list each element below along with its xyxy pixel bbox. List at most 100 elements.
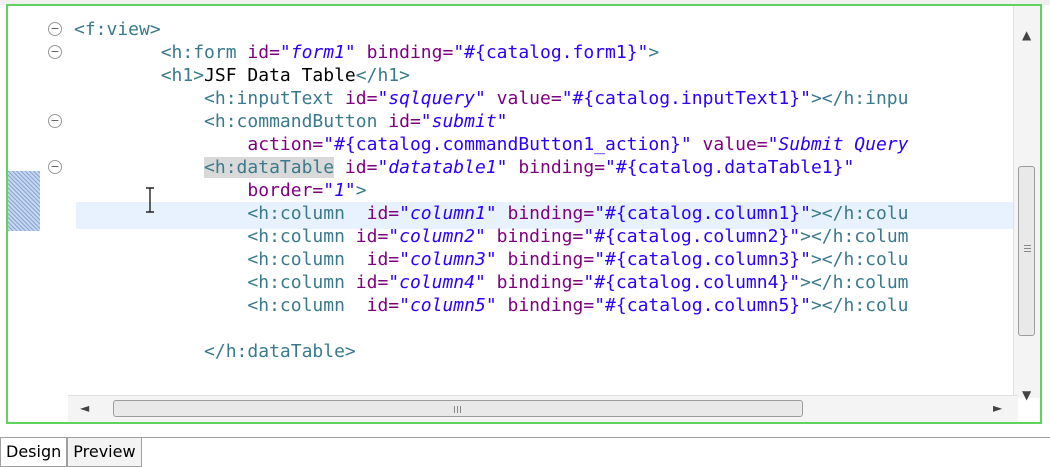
code-token: </h1>: [355, 65, 410, 86]
scroll-grip-icon: [454, 406, 455, 413]
code-editor[interactable]: − <f:view> − <h:form id="form1" binding="#…: [6, 4, 1042, 424]
code-token: ></h:colu: [810, 203, 909, 224]
code-line[interactable]: [50, 317, 1000, 340]
code-line[interactable]: <h:inputText id="sqlquery" value="#{cata…: [50, 87, 1000, 110]
code-line[interactable]: <h:column id="column3" binding="#{catalo…: [50, 248, 1000, 271]
code-token: border=: [74, 180, 324, 201]
text-cursor-icon: [144, 186, 156, 214]
code-line-text: <h:column id="column5" binding="#{catalo…: [74, 294, 909, 317]
code-line-text: <h:commandButton id="submit": [74, 110, 508, 133]
vertical-scroll-thumb[interactable]: [1018, 166, 1035, 336]
scroll-right-icon[interactable]: ►: [993, 401, 1002, 415]
scroll-left-icon[interactable]: ◄: [80, 401, 89, 415]
code-token: ></h:inpu: [810, 88, 909, 109]
horizontal-scroll-thumb[interactable]: [113, 400, 803, 417]
code-token: id=: [366, 203, 400, 224]
code-token: "column1": [399, 203, 497, 224]
fold-toggle-icon[interactable]: −: [48, 114, 62, 128]
code-token: <f:view>: [74, 19, 161, 40]
horizontal-scrollbar[interactable]: ◄ ►: [68, 395, 1018, 422]
code-token: <h:inputText: [74, 88, 345, 109]
code-token: "column5": [399, 295, 497, 316]
code-line[interactable]: </h:dataTable>: [50, 340, 1000, 363]
code-token: <h:form: [74, 42, 248, 63]
code-token: ></h:colu: [810, 295, 909, 316]
code-token: "#{catalog.inputText1}": [561, 88, 811, 109]
code-line[interactable]: <h:column id="column5" binding="#{catalo…: [50, 294, 1000, 317]
code-token: >: [648, 42, 660, 63]
code-line[interactable]: action="#{catalog.commandButton1_action}…: [50, 133, 1000, 156]
code-token: ></h:colu: [810, 249, 909, 270]
code-line-text: action="#{catalog.commandButton1_action}…: [74, 133, 908, 156]
code-token: <h:commandButton: [74, 111, 389, 132]
code-token: <h:dataTable: [204, 157, 335, 178]
code-token: "column3": [399, 249, 497, 270]
code-line[interactable]: <h:column id="column2" binding="#{catalo…: [50, 225, 1000, 248]
code-line[interactable]: − <h:form id="form1" binding="#{catalog.…: [48, 41, 1000, 64]
code-token: id=: [355, 226, 389, 247]
code-token: >: [355, 180, 367, 201]
code-token: id=: [334, 157, 378, 178]
code-line-text: <h:dataTable id="datatable1" binding="#{…: [74, 156, 854, 179]
code-token: "sqlquery": [377, 88, 486, 109]
code-token: "#{catalog.column4}": [583, 272, 801, 293]
code-token: "submit": [420, 111, 508, 132]
code-token: binding=: [485, 272, 584, 293]
code-token: id=: [344, 88, 378, 109]
code-token: binding=: [496, 203, 595, 224]
code-line[interactable]: − <h:dataTable id="datatable1" binding="…: [48, 156, 1000, 179]
tab-divider: [0, 437, 1050, 438]
code-area[interactable]: − <f:view> − <h:form id="form1" binding="#…: [48, 18, 1000, 363]
code-token: "column4": [388, 272, 486, 293]
code-token: value=: [485, 88, 562, 109]
code-token: "column2": [388, 226, 486, 247]
vertical-scrollbar[interactable]: ▲ ▼: [1013, 6, 1040, 402]
tab-preview[interactable]: Preview: [67, 438, 142, 467]
fold-toggle-icon[interactable]: −: [48, 160, 62, 174]
code-token: <h1>: [74, 65, 205, 86]
code-line[interactable]: <h1>JSF Data Table</h1>: [50, 64, 1000, 87]
code-token: "#{catalog.column5}": [594, 295, 811, 316]
code-token: "#{catalog.form1}": [453, 42, 649, 63]
code-line-text: <h:column id="column1" binding="#{catalo…: [74, 202, 909, 225]
code-line-text: <f:view>: [74, 18, 161, 41]
code-token: JSF Data Table: [204, 65, 356, 86]
code-token: "#{catalog.commandButton1_action}": [323, 134, 692, 155]
code-token: binding=: [485, 226, 584, 247]
code-token: id=: [366, 249, 400, 270]
code-token: <h:column: [74, 249, 367, 270]
change-marker: [8, 171, 40, 231]
fold-toggle-icon[interactable]: −: [48, 45, 62, 59]
code-token: <h:column: [74, 226, 356, 247]
scroll-down-icon[interactable]: ▼: [1022, 388, 1031, 402]
code-token: <h:column: [74, 203, 367, 224]
code-token: <h:column: [74, 272, 356, 293]
code-token: "#{catalog.dataTable1}": [605, 157, 855, 178]
code-token: ></h:colum: [800, 226, 909, 247]
code-line-text: </h:dataTable>: [74, 340, 356, 363]
code-line-text: <h:column id="column3" binding="#{catalo…: [74, 248, 909, 271]
code-line-text: <h:form id="form1" binding="#{catalog.fo…: [74, 41, 660, 64]
scroll-grip-icon: [1024, 245, 1031, 246]
code-token: ></h:colum: [800, 272, 909, 293]
code-line[interactable]: border="1">: [50, 179, 1000, 202]
code-token: </h:dataTable>: [74, 341, 356, 362]
code-token: "1": [323, 180, 356, 201]
code-line[interactable]: <h:column id="column1" binding="#{catalo…: [50, 202, 1000, 225]
tab-design[interactable]: Design: [0, 438, 68, 467]
code-token: "datatable1": [377, 157, 508, 178]
code-line[interactable]: − <h:commandButton id="submit": [48, 110, 1000, 133]
editor-tabs: Design Preview: [0, 438, 142, 467]
code-line-text: <h:inputText id="sqlquery" value="#{cata…: [74, 87, 908, 110]
code-token: id=: [247, 42, 280, 63]
code-line-text: <h:column id="column2" binding="#{catalo…: [74, 225, 909, 248]
code-token: value=: [691, 134, 768, 155]
fold-toggle-icon[interactable]: −: [48, 22, 62, 36]
code-line[interactable]: − <f:view>: [48, 18, 1000, 41]
code-token: id=: [388, 111, 421, 132]
code-token: binding=: [496, 249, 595, 270]
code-token: binding=: [496, 295, 595, 316]
scroll-up-icon[interactable]: ▲: [1022, 28, 1031, 42]
code-line[interactable]: <h:column id="column4" binding="#{catalo…: [50, 271, 1000, 294]
